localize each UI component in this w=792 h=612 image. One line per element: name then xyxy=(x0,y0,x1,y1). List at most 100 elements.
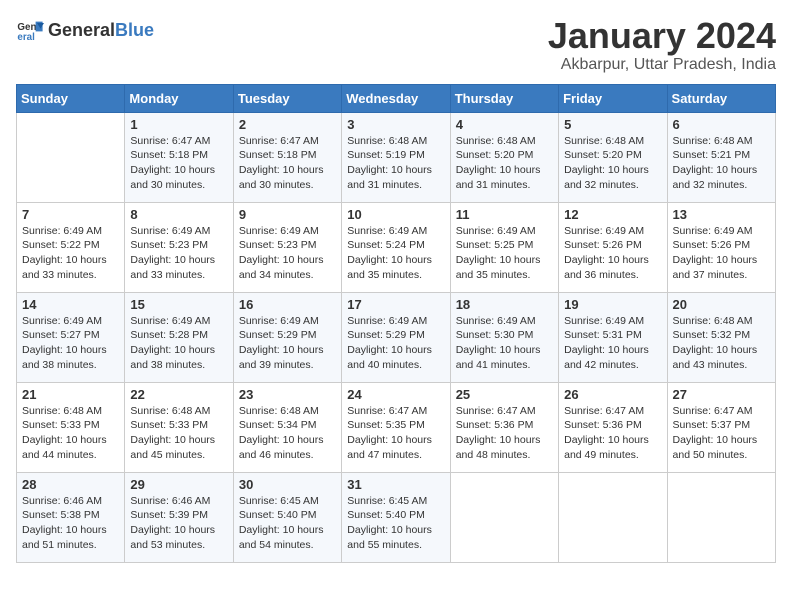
day-number: 25 xyxy=(456,387,553,402)
calendar-cell: 4 Sunrise: 6:48 AMSunset: 5:20 PMDaylight… xyxy=(450,112,558,202)
calendar-cell: 7Sunrise: 6:49 AMSunset: 5:22 PMDaylight… xyxy=(17,202,125,292)
calendar-cell: 27 Sunrise: 6:47 AMSunset: 5:37 PMDayligh… xyxy=(667,382,775,472)
calendar-week-row: 21 Sunrise: 6:48 AMSunset: 5:33 PMDayligh… xyxy=(17,382,776,472)
day-number: 28 xyxy=(22,477,119,492)
day-detail: Sunrise: 6:47 AMSunset: 5:37 PMDaylight:… xyxy=(673,404,770,463)
logo-text: GeneralBlue xyxy=(48,20,154,41)
calendar-cell: 13 Sunrise: 6:49 AMSunset: 5:26 PMDayligh… xyxy=(667,202,775,292)
weekday-header-saturday: Saturday xyxy=(667,84,775,112)
calendar-week-row: 7Sunrise: 6:49 AMSunset: 5:22 PMDaylight… xyxy=(17,202,776,292)
calendar-cell: 8Sunrise: 6:49 AMSunset: 5:23 PMDaylight… xyxy=(125,202,233,292)
calendar-cell: 10 Sunrise: 6:49 AMSunset: 5:24 PMDayligh… xyxy=(342,202,450,292)
day-detail: Sunrise: 6:49 AMSunset: 5:24 PMDaylight:… xyxy=(347,224,444,283)
day-detail: Sunrise: 6:48 AMSunset: 5:21 PMDaylight:… xyxy=(673,134,770,193)
weekday-header-friday: Friday xyxy=(559,84,667,112)
day-detail: Sunrise: 6:49 AMSunset: 5:27 PMDaylight:… xyxy=(22,314,119,373)
calendar-cell: 21 Sunrise: 6:48 AMSunset: 5:33 PMDayligh… xyxy=(17,382,125,472)
day-detail: Sunrise: 6:49 AMSunset: 5:28 PMDaylight:… xyxy=(130,314,227,373)
weekday-header-monday: Monday xyxy=(125,84,233,112)
day-number: 16 xyxy=(239,297,336,312)
calendar-cell: 20 Sunrise: 6:48 AMSunset: 5:32 PMDayligh… xyxy=(667,292,775,382)
calendar-week-row: 28Sunrise: 6:46 AMSunset: 5:38 PMDayligh… xyxy=(17,472,776,562)
day-number: 11 xyxy=(456,207,553,222)
svg-text:eral: eral xyxy=(17,32,35,43)
logo: Gen eral GeneralBlue xyxy=(16,16,154,44)
weekday-header-wednesday: Wednesday xyxy=(342,84,450,112)
location-subtitle: Akbarpur, Uttar Pradesh, India xyxy=(548,56,776,74)
weekday-header-tuesday: Tuesday xyxy=(233,84,341,112)
day-number: 17 xyxy=(347,297,444,312)
calendar-cell: 23Sunrise: 6:48 AMSunset: 5:34 PMDayligh… xyxy=(233,382,341,472)
calendar-week-row: 14 Sunrise: 6:49 AMSunset: 5:27 PMDayligh… xyxy=(17,292,776,382)
day-number: 29 xyxy=(130,477,227,492)
day-detail: Sunrise: 6:49 AMSunset: 5:26 PMDaylight:… xyxy=(673,224,770,283)
day-number: 27 xyxy=(673,387,770,402)
weekday-header-sunday: Sunday xyxy=(17,84,125,112)
calendar-cell: 28Sunrise: 6:46 AMSunset: 5:38 PMDayligh… xyxy=(17,472,125,562)
day-detail: Sunrise: 6:48 AMSunset: 5:19 PMDaylight:… xyxy=(347,134,444,193)
day-number: 20 xyxy=(673,297,770,312)
calendar-week-row: 1 Sunrise: 6:47 AMSunset: 5:18 PMDaylight… xyxy=(17,112,776,202)
day-detail: Sunrise: 6:47 AMSunset: 5:18 PMDaylight:… xyxy=(130,134,227,193)
day-number: 2 xyxy=(239,117,336,132)
title-area: January 2024 Akbarpur, Uttar Pradesh, In… xyxy=(548,16,776,74)
day-number: 23 xyxy=(239,387,336,402)
calendar-cell: 22 Sunrise: 6:48 AMSunset: 5:33 PMDayligh… xyxy=(125,382,233,472)
page-header: Gen eral GeneralBlue January 2024 Akbarp… xyxy=(16,16,776,74)
day-detail: Sunrise: 6:47 AMSunset: 5:18 PMDaylight:… xyxy=(239,134,336,193)
day-detail: Sunrise: 6:49 AMSunset: 5:22 PMDaylight:… xyxy=(22,224,119,283)
calendar-cell: 17 Sunrise: 6:49 AMSunset: 5:29 PMDayligh… xyxy=(342,292,450,382)
day-detail: Sunrise: 6:48 AMSunset: 5:32 PMDaylight:… xyxy=(673,314,770,373)
day-number: 4 xyxy=(456,117,553,132)
calendar-cell: 6 Sunrise: 6:48 AMSunset: 5:21 PMDaylight… xyxy=(667,112,775,202)
calendar-cell xyxy=(450,472,558,562)
calendar-cell: 16Sunrise: 6:49 AMSunset: 5:29 PMDayligh… xyxy=(233,292,341,382)
day-number: 19 xyxy=(564,297,661,312)
day-detail: Sunrise: 6:49 AMSunset: 5:26 PMDaylight:… xyxy=(564,224,661,283)
calendar-cell: 14 Sunrise: 6:49 AMSunset: 5:27 PMDayligh… xyxy=(17,292,125,382)
calendar-cell: 24 Sunrise: 6:47 AMSunset: 5:35 PMDayligh… xyxy=(342,382,450,472)
day-number: 22 xyxy=(130,387,227,402)
calendar-cell: 5 Sunrise: 6:48 AMSunset: 5:20 PMDaylight… xyxy=(559,112,667,202)
day-number: 9 xyxy=(239,207,336,222)
calendar-cell: 11 Sunrise: 6:49 AMSunset: 5:25 PMDayligh… xyxy=(450,202,558,292)
calendar-cell xyxy=(559,472,667,562)
day-number: 21 xyxy=(22,387,119,402)
day-number: 15 xyxy=(130,297,227,312)
day-number: 26 xyxy=(564,387,661,402)
calendar-cell: 2 Sunrise: 6:47 AMSunset: 5:18 PMDaylight… xyxy=(233,112,341,202)
calendar-cell: 15 Sunrise: 6:49 AMSunset: 5:28 PMDayligh… xyxy=(125,292,233,382)
day-number: 3 xyxy=(347,117,444,132)
calendar-cell: 18 Sunrise: 6:49 AMSunset: 5:30 PMDayligh… xyxy=(450,292,558,382)
day-detail: Sunrise: 6:46 AMSunset: 5:39 PMDaylight:… xyxy=(130,494,227,553)
calendar-cell: 30Sunrise: 6:45 AMSunset: 5:40 PMDayligh… xyxy=(233,472,341,562)
calendar-table: SundayMondayTuesdayWednesdayThursdayFrid… xyxy=(16,84,776,563)
day-number: 5 xyxy=(564,117,661,132)
day-number: 30 xyxy=(239,477,336,492)
day-number: 8 xyxy=(130,207,227,222)
day-detail: Sunrise: 6:47 AMSunset: 5:35 PMDaylight:… xyxy=(347,404,444,463)
calendar-cell: 25Sunrise: 6:47 AMSunset: 5:36 PMDayligh… xyxy=(450,382,558,472)
day-detail: Sunrise: 6:48 AMSunset: 5:33 PMDaylight:… xyxy=(130,404,227,463)
day-detail: Sunrise: 6:48 AMSunset: 5:33 PMDaylight:… xyxy=(22,404,119,463)
day-number: 1 xyxy=(130,117,227,132)
calendar-cell: 3 Sunrise: 6:48 AMSunset: 5:19 PMDaylight… xyxy=(342,112,450,202)
day-number: 10 xyxy=(347,207,444,222)
day-detail: Sunrise: 6:48 AMSunset: 5:20 PMDaylight:… xyxy=(456,134,553,193)
day-number: 6 xyxy=(673,117,770,132)
day-number: 24 xyxy=(347,387,444,402)
calendar-cell: 26Sunrise: 6:47 AMSunset: 5:36 PMDayligh… xyxy=(559,382,667,472)
day-detail: Sunrise: 6:49 AMSunset: 5:31 PMDaylight:… xyxy=(564,314,661,373)
day-number: 13 xyxy=(673,207,770,222)
day-number: 18 xyxy=(456,297,553,312)
day-detail: Sunrise: 6:49 AMSunset: 5:29 PMDaylight:… xyxy=(347,314,444,373)
day-detail: Sunrise: 6:48 AMSunset: 5:20 PMDaylight:… xyxy=(564,134,661,193)
calendar-cell: 29 Sunrise: 6:46 AMSunset: 5:39 PMDayligh… xyxy=(125,472,233,562)
weekday-header-thursday: Thursday xyxy=(450,84,558,112)
day-detail: Sunrise: 6:49 AMSunset: 5:30 PMDaylight:… xyxy=(456,314,553,373)
day-number: 14 xyxy=(22,297,119,312)
logo-icon: Gen eral xyxy=(16,16,44,44)
calendar-cell: 9Sunrise: 6:49 AMSunset: 5:23 PMDaylight… xyxy=(233,202,341,292)
calendar-cell: 12Sunrise: 6:49 AMSunset: 5:26 PMDayligh… xyxy=(559,202,667,292)
day-detail: Sunrise: 6:49 AMSunset: 5:25 PMDaylight:… xyxy=(456,224,553,283)
